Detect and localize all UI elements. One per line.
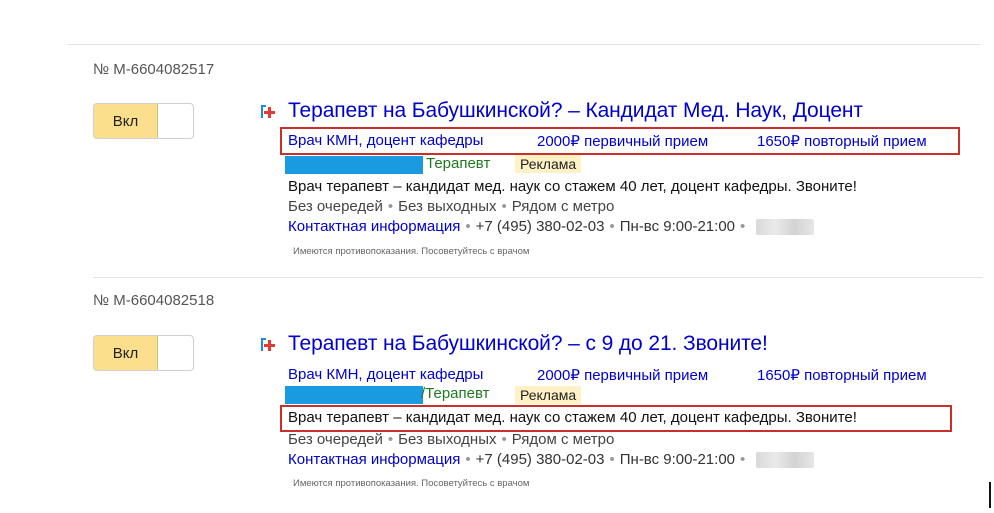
callouts: Без очередей • Без выходных • Рядом с метро xyxy=(288,198,614,215)
sitelink-first-visit[interactable]: 2000₽ первичный прием xyxy=(537,132,708,150)
separator-dot: • xyxy=(609,451,615,468)
ad-badge: Реклама xyxy=(515,155,582,173)
redacted-domain xyxy=(285,386,423,404)
medical-cross-icon xyxy=(259,336,276,353)
ad-toggle[interactable]: Вкл xyxy=(93,103,194,139)
warning-text: Имеются противопоказания. Посоветуйтесь … xyxy=(293,478,530,489)
display-url-path[interactable]: Терапевт xyxy=(426,155,490,172)
sitelink-repeat-visit[interactable]: 1650₽ повторный прием xyxy=(757,132,927,150)
sitelinks: Врач КМН, доцент кафедры 2000₽ первичный… xyxy=(288,132,958,150)
redacted-domain xyxy=(285,156,423,174)
separator-dot: • xyxy=(465,218,471,235)
ad-number: № M-6604082517 xyxy=(93,61,215,78)
phone[interactable]: +7 (495) 380-02-03 xyxy=(476,218,605,235)
text-cursor xyxy=(989,482,991,508)
separator-dot: • xyxy=(387,431,394,448)
toggle-on-label: Вкл xyxy=(94,104,158,138)
redacted-address xyxy=(756,219,815,236)
sitelink-first-visit[interactable]: 2000₽ первичный прием xyxy=(537,366,708,384)
working-hours: Пн-вс 9:00-21:00 xyxy=(619,218,736,235)
working-hours: Пн-вс 9:00-21:00 xyxy=(619,451,736,468)
ad-title-link[interactable]: Терапевт на Бабушкинской? – с 9 до 21. З… xyxy=(288,332,768,356)
sitelink-repeat-visit[interactable]: 1650₽ повторный прием xyxy=(757,366,927,384)
ad-description: Врач терапевт – кандидат мед. наук со ст… xyxy=(288,409,857,426)
sitelinks: Врач КМН, доцент кафедры 2000₽ первичный… xyxy=(288,366,958,384)
contacts-line: Контактная информация • +7 (495) 380-02-03… xyxy=(288,218,815,236)
divider-top xyxy=(68,44,980,45)
warning-text: Имеются противопоказания. Посоветуйтесь … xyxy=(293,246,530,257)
phone[interactable]: +7 (495) 380-02-03 xyxy=(476,451,605,468)
ad-description: Врач терапевт – кандидат мед. наук со ст… xyxy=(288,178,857,195)
toggle-on-label: Вкл xyxy=(94,336,158,370)
ad-toggle[interactable]: Вкл xyxy=(93,335,194,371)
sitelink-doctor[interactable]: Врач КМН, доцент кафедры xyxy=(288,366,483,383)
divider-middle xyxy=(93,277,983,278)
separator-dot: • xyxy=(387,198,394,215)
separator-dot: • xyxy=(740,451,746,468)
sitelink-doctor[interactable]: Врач КМН, доцент кафедры xyxy=(288,132,483,149)
separator-dot: • xyxy=(465,451,471,468)
callout-near-metro: Рядом с метро xyxy=(511,198,615,215)
callout-no-weekends: Без выходных xyxy=(398,431,497,448)
ad-badge: Реклама xyxy=(515,386,582,404)
ad-title-link[interactable]: Терапевт на Бабушкинской? – Кандидат Мед… xyxy=(288,99,863,123)
contact-info-link[interactable]: Контактная информация xyxy=(288,218,460,235)
separator-dot: • xyxy=(609,218,615,235)
separator-dot: • xyxy=(501,431,507,448)
separator-dot: • xyxy=(740,218,746,235)
callout-no-queue: Без очередей xyxy=(288,198,383,215)
callout-no-queue: Без очередей xyxy=(288,431,383,448)
display-url-path[interactable]: /Терапевт xyxy=(421,385,490,402)
callout-no-weekends: Без выходных xyxy=(398,198,497,215)
separator-dot: • xyxy=(501,198,507,215)
medical-cross-icon xyxy=(259,103,276,120)
contacts-line: Контактная информация • +7 (495) 380-02-03… xyxy=(288,451,815,469)
contact-info-link[interactable]: Контактная информация xyxy=(288,451,460,468)
ad-number: № M-6604082518 xyxy=(93,292,215,309)
redacted-address xyxy=(756,452,815,469)
callout-near-metro: Рядом с метро xyxy=(511,431,615,448)
callouts: Без очередей • Без выходных • Рядом с метро xyxy=(288,431,614,448)
